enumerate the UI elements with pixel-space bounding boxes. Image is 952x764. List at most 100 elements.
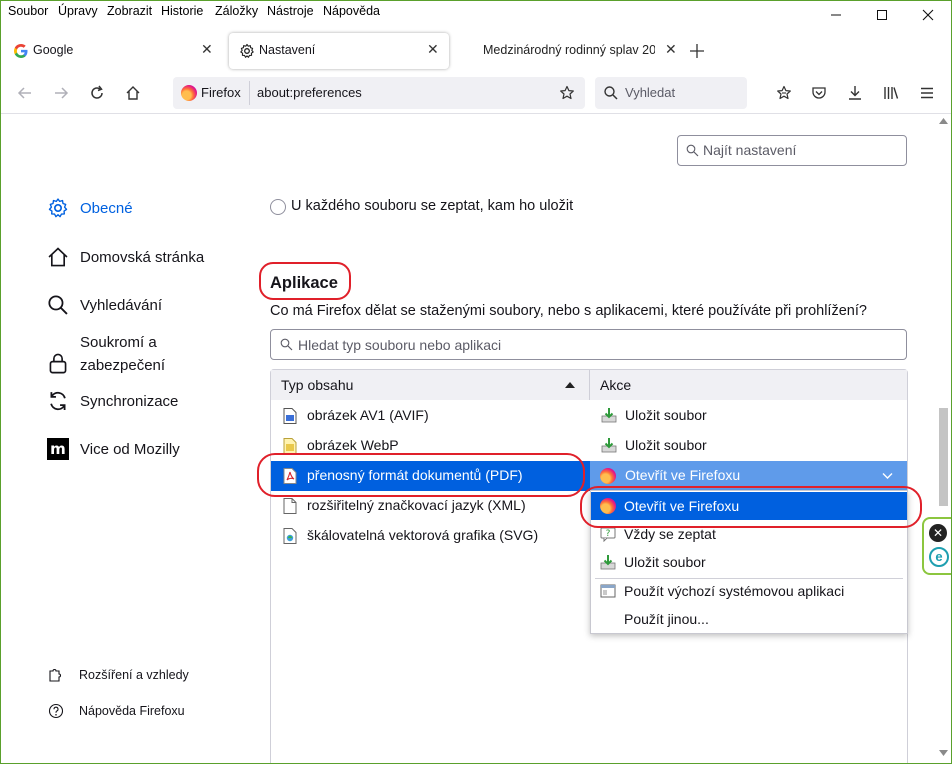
mozilla-m-icon: m xyxy=(47,438,69,460)
scroll-up-icon[interactable] xyxy=(939,118,948,124)
applications-heading: Aplikace xyxy=(270,274,338,292)
category-search[interactable]: Vyhledávání xyxy=(47,294,162,316)
firefox-logo-icon xyxy=(600,468,616,484)
search-icon xyxy=(47,294,69,316)
dropdown-item-always-ask[interactable]: ? Vždy se zeptat xyxy=(591,520,907,548)
column-header-label: Akce xyxy=(600,377,632,393)
star-icon[interactable] xyxy=(559,85,575,101)
bookmarks-star-list-button[interactable] xyxy=(770,79,798,107)
dropdown-item-label: Otevřít ve Firefoxu xyxy=(624,498,740,514)
menu-file[interactable]: Soubor xyxy=(8,4,48,18)
forward-button[interactable] xyxy=(47,79,75,107)
search-icon xyxy=(280,338,293,351)
search-placeholder: Vyhledat xyxy=(625,85,676,100)
extension-e-icon[interactable]: e xyxy=(929,547,949,567)
image-file-icon xyxy=(283,438,297,454)
maximize-button[interactable] xyxy=(859,1,905,29)
pocket-button[interactable] xyxy=(805,79,833,107)
content-type-label: obrázek WebP xyxy=(307,437,399,453)
help-link[interactable]: Nápověda Firefoxu xyxy=(47,702,185,720)
applications-description: Co má Firefox dělat se staženými soubory… xyxy=(270,303,867,319)
category-label: Synchronizace xyxy=(80,392,179,410)
close-window-button[interactable] xyxy=(905,1,951,29)
svg-text:m: m xyxy=(50,440,66,458)
arrow-left-icon xyxy=(17,87,31,99)
dropdown-item-system-default[interactable]: Použít výchozí systémovou aplikaci xyxy=(591,577,907,605)
home-button[interactable] xyxy=(119,79,147,107)
footer-label: Rozšíření a vzhledy xyxy=(79,668,189,682)
scrollbar-thumb[interactable] xyxy=(939,408,948,506)
search-bar[interactable]: Vyhledat xyxy=(595,77,747,109)
extension-side-widget[interactable]: ✕ e xyxy=(922,517,951,575)
tab-close-icon[interactable]: ✕ xyxy=(427,41,439,58)
find-in-settings-input[interactable]: Najít nastavení xyxy=(677,135,907,166)
library-button[interactable] xyxy=(877,79,905,107)
firefox-logo-icon xyxy=(600,498,616,514)
action-dropdown-menu: Otevřít ve Firefoxu ? Vždy se zeptat Ulo… xyxy=(590,490,908,634)
application-window-icon xyxy=(600,584,616,598)
url-bar[interactable]: Firefox about:preferences xyxy=(173,77,585,109)
ask-icon: ? xyxy=(600,527,616,542)
identity-label: Firefox xyxy=(201,85,241,100)
menu-edit[interactable]: Úpravy xyxy=(58,4,98,18)
category-general[interactable]: Obecné xyxy=(47,197,133,219)
tab-settings[interactable]: Nastavení ✕ xyxy=(229,33,449,69)
dropdown-item-label: Vždy se zeptat xyxy=(624,526,716,542)
ask-download-radio[interactable] xyxy=(270,199,286,215)
url-text[interactable]: about:preferences xyxy=(257,85,362,100)
action-select[interactable]: Otevřít ve Firefoxu xyxy=(590,461,907,491)
new-tab-button[interactable] xyxy=(687,41,707,61)
save-file-icon xyxy=(601,438,617,453)
sort-ascending-icon xyxy=(565,382,575,388)
action-label: Uložit soubor xyxy=(625,407,707,423)
menu-history[interactable]: Historie xyxy=(161,4,203,18)
category-home[interactable]: Domovská stránka xyxy=(47,246,204,268)
tab-label: Google xyxy=(33,43,74,57)
category-label: Vice od Mozilly xyxy=(80,440,180,458)
scrollbar-track[interactable] xyxy=(936,114,951,763)
menu-help[interactable]: Nápověda xyxy=(323,4,380,18)
tab-google[interactable]: Google ✕ xyxy=(3,33,223,69)
table-row-selected[interactable]: přenosný formát dokumentů (PDF) Otevřít … xyxy=(271,461,907,491)
scroll-down-icon[interactable] xyxy=(939,750,948,756)
dropdown-item-open-in-firefox[interactable]: Otevřít ve Firefoxu xyxy=(591,492,907,520)
column-header-action[interactable]: Akce xyxy=(590,370,907,400)
file-icon xyxy=(283,498,297,514)
app-menu-button[interactable] xyxy=(913,79,941,107)
reload-button[interactable] xyxy=(83,79,111,107)
table-row[interactable]: obrázek WebP Uložit soubor xyxy=(271,431,907,461)
firefox-logo-icon xyxy=(181,85,197,101)
tab-close-icon[interactable]: ✕ xyxy=(665,41,677,58)
search-icon xyxy=(686,144,699,157)
back-button[interactable] xyxy=(11,79,39,107)
menu-view[interactable]: Zobrazit xyxy=(107,4,152,18)
column-header-type[interactable]: Typ obsahu xyxy=(271,370,590,400)
close-icon xyxy=(922,9,934,21)
tab-splav[interactable]: Medzinárodný rodinný splav 20 ✕ xyxy=(455,33,681,69)
image-file-icon xyxy=(283,408,297,424)
minimize-button[interactable] xyxy=(813,1,859,29)
tab-label: Nastavení xyxy=(259,43,316,57)
category-sync[interactable]: Synchronizace xyxy=(47,390,178,412)
applications-filter-input[interactable]: Hledat typ souboru nebo aplikaci xyxy=(270,329,907,360)
category-label: Vyhledávání xyxy=(80,296,163,314)
plus-icon xyxy=(690,44,704,58)
menu-tools[interactable]: Nástroje xyxy=(267,4,314,18)
category-label: Soukromí a zabezpečení xyxy=(80,334,166,374)
tab-close-icon[interactable]: ✕ xyxy=(201,41,213,58)
dropdown-item-use-other[interactable]: Použít jinou... xyxy=(591,605,907,633)
dropdown-item-save-file[interactable]: Uložit soubor xyxy=(591,548,907,576)
action-label: Uložit soubor xyxy=(625,437,707,453)
svg-text:?: ? xyxy=(606,529,611,539)
addons-link[interactable]: Rozšíření a vzhledy xyxy=(47,666,189,684)
svg-file-icon xyxy=(283,528,297,544)
close-icon[interactable]: ✕ xyxy=(929,524,947,542)
category-privacy[interactable]: Soukromí a zabezpečení xyxy=(47,331,190,377)
tab-strip: Google ✕ Nastavení ✕ Medzinárodný rodinn… xyxy=(1,29,951,73)
category-mozilla[interactable]: m Vice od Mozilly xyxy=(47,438,180,460)
gear-icon xyxy=(47,197,69,219)
menu-bookmarks[interactable]: Záložky xyxy=(215,4,258,18)
table-row[interactable]: obrázek AV1 (AVIF) Uložit soubor xyxy=(271,401,907,431)
downloads-button[interactable] xyxy=(841,79,869,107)
pocket-icon xyxy=(812,87,826,99)
